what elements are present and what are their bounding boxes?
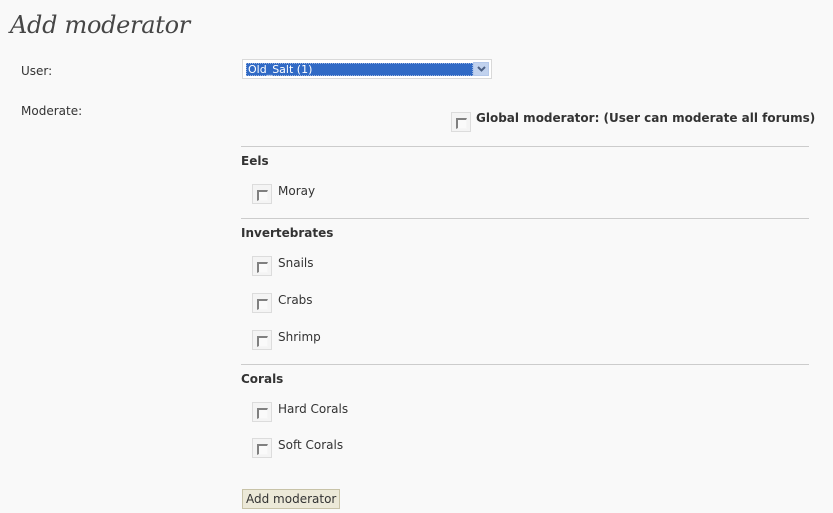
forum-checkbox-shrimp[interactable]	[252, 330, 272, 350]
forum-label-moray: Moray	[278, 184, 316, 198]
global-moderator-label: Global moderator: (User can moderate all…	[476, 111, 816, 125]
global-moderator-checkbox[interactable]	[451, 112, 471, 132]
forum-checkbox-moray[interactable]	[252, 184, 272, 204]
moderate-label: Moderate:	[21, 104, 83, 118]
forum-checkbox-crabs[interactable]	[252, 293, 272, 313]
user-select[interactable]: Old_Salt (1)	[242, 59, 492, 79]
forum-checkbox-snails[interactable]	[252, 256, 272, 276]
group-title-invertebrates: Invertebrates	[241, 226, 334, 240]
forum-label-shrimp: Shrimp	[278, 330, 321, 344]
user-select-value: Old_Salt (1)	[246, 63, 473, 76]
divider	[241, 218, 809, 219]
add-moderator-button[interactable]: Add moderator	[242, 489, 341, 509]
forum-label-crabs: Crabs	[278, 293, 313, 307]
forum-checkbox-hard-corals[interactable]	[252, 402, 272, 422]
page-title: Add moderator	[10, 11, 190, 39]
chevron-down-icon[interactable]	[473, 62, 489, 76]
forum-label-soft-corals: Soft Corals	[278, 438, 344, 452]
user-label: User:	[21, 64, 53, 78]
divider	[241, 364, 809, 365]
forum-label-snails: Snails	[278, 256, 314, 270]
divider	[241, 146, 809, 147]
group-title-corals: Corals	[241, 372, 284, 386]
forum-label-hard-corals: Hard Corals	[278, 402, 349, 416]
forum-checkbox-soft-corals[interactable]	[252, 438, 272, 458]
group-title-eels: Eels	[241, 154, 269, 168]
